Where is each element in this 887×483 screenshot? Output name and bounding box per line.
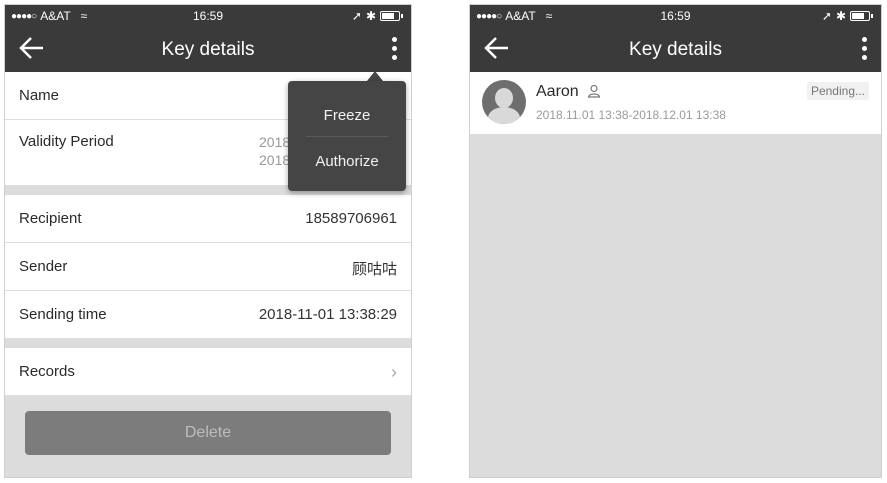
section-divider — [5, 339, 411, 348]
status-bar: ●●●●○ A&AT ≈ 16:59 ➚ ✱ — [470, 5, 881, 27]
validity-start: 2018 — [259, 134, 291, 150]
bluetooth-icon: ✱ — [835, 9, 846, 23]
more-menu-icon[interactable] — [853, 33, 875, 65]
nav-bar: Key details — [470, 27, 881, 72]
bluetooth-icon: ✱ — [365, 9, 376, 23]
nav-bar: Key details — [5, 27, 411, 72]
records-label: Records — [19, 363, 75, 380]
recipient-name-line: Aaron — [536, 83, 601, 101]
validity-value: 2018 2018 — [259, 133, 290, 169]
status-badge: Pending... — [806, 82, 869, 100]
status-right: ➚ ✱ — [352, 9, 403, 23]
key-details-screen-left: ●●●●○ A&AT ≈ 16:59 ➚ ✱ Key details Name … — [4, 4, 412, 478]
records-row[interactable]: Records › — [5, 348, 411, 396]
page-title: Key details — [161, 39, 255, 60]
sender-value: 顾咕咕 — [351, 260, 397, 278]
recipient-label: Recipient — [19, 210, 82, 227]
freeze-menu-item[interactable]: Freeze — [288, 93, 406, 139]
list-item[interactable]: Aaron 2018.11.01 13:38-2018.12.01 13:38 … — [470, 72, 881, 134]
battery-cap — [871, 14, 873, 18]
person-icon — [587, 84, 601, 98]
location-icon: ➚ — [821, 9, 832, 23]
popup-arrow — [367, 71, 383, 81]
validity-end: 2018 — [259, 152, 291, 168]
location-icon: ➚ — [351, 9, 362, 23]
sender-label: Sender — [19, 258, 68, 275]
sending-time-label: Sending time — [19, 306, 107, 323]
recipient-value: 18589706961 — [305, 210, 397, 227]
avatar — [482, 80, 526, 124]
more-popup-menu: Freeze Authorize — [288, 81, 406, 191]
authorize-menu-item[interactable]: Authorize — [288, 139, 406, 185]
chevron-right-icon: › — [391, 362, 397, 382]
delete-button[interactable]: Delete — [25, 411, 391, 455]
status-right: ➚ ✱ — [822, 9, 873, 23]
page-title: Key details — [629, 39, 722, 60]
validity-label: Validity Period — [19, 133, 114, 150]
sending-time-value: 2018-11-01 13:38:29 — [258, 306, 397, 323]
recipient-row: Recipient 18589706961 — [5, 195, 411, 243]
validity-range: 2018.11.01 13:38-2018.12.01 13:38 — [536, 108, 726, 122]
sender-row: Sender 顾咕咕 — [5, 243, 411, 291]
key-details-screen-right: ●●●●○ A&AT ≈ 16:59 ➚ ✱ Key details Aaron — [469, 4, 882, 478]
status-time: 16:59 — [192, 9, 224, 23]
sending-time-row: Sending time 2018-11-01 13:38:29 — [5, 291, 411, 339]
battery-icon — [850, 11, 870, 21]
status-bar: ●●●●○ A&AT ≈ 16:59 ➚ ✱ — [5, 5, 411, 27]
battery-icon — [380, 11, 400, 21]
battery-cap — [401, 14, 403, 18]
status-time: 16:59 — [660, 9, 691, 23]
name-label: Name — [19, 87, 60, 104]
more-menu-icon[interactable] — [383, 33, 405, 65]
recipient-name: Aaron — [536, 83, 579, 100]
menu-divider — [306, 136, 388, 137]
